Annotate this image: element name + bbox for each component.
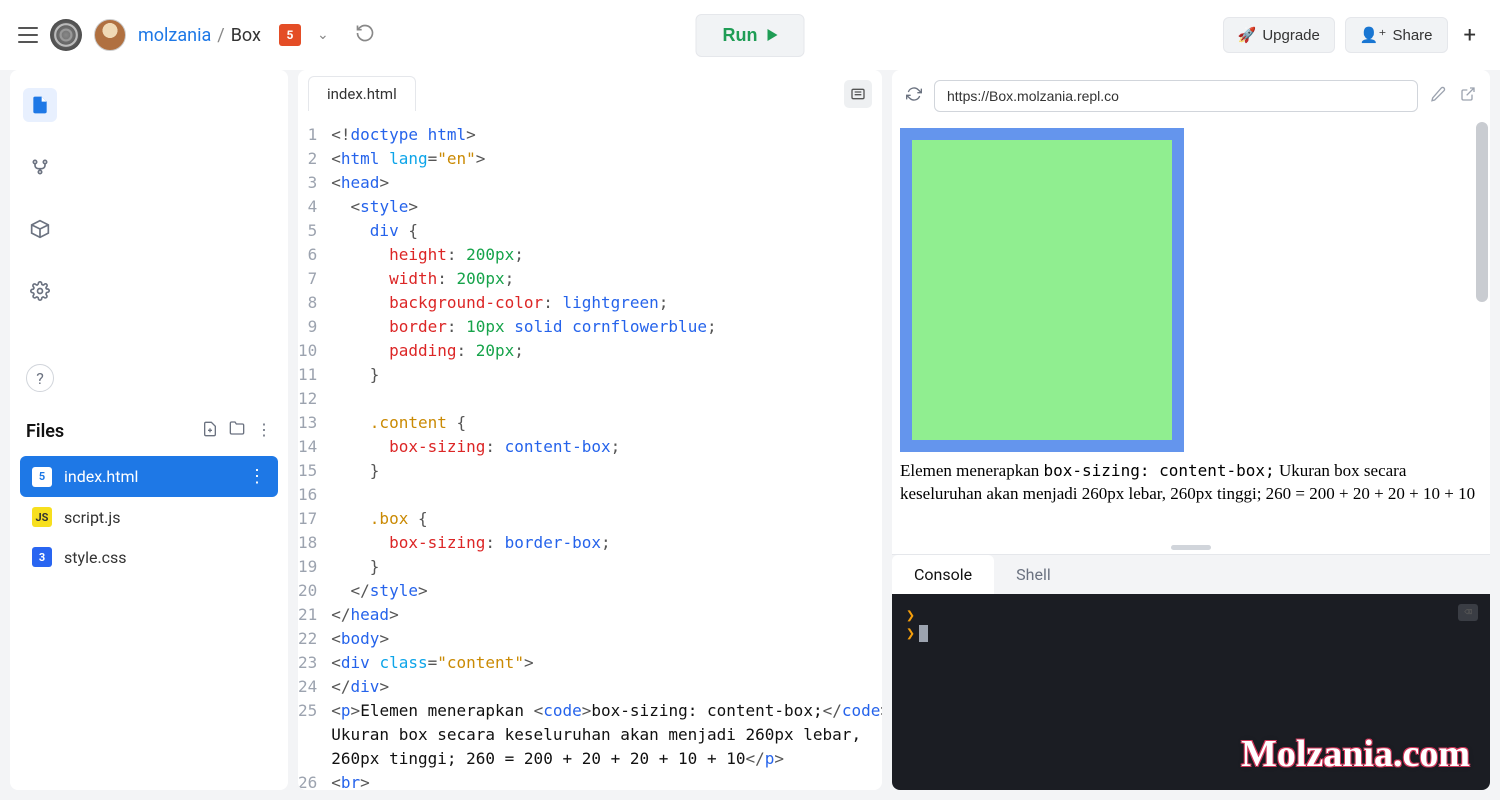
preview-body[interactable]: Elemen menerapkan box-sizing: content-bo… — [892, 122, 1490, 541]
breadcrumb-project[interactable]: Box — [231, 25, 261, 46]
rail: ? — [10, 70, 70, 406]
rocket-icon: 🚀 — [1238, 26, 1257, 44]
menu-button[interactable] — [18, 27, 38, 43]
url-input[interactable] — [934, 80, 1418, 112]
top-bar: molzania / Box 5 ⌄ Run 🚀 Upgrade 👤⁺ Shar… — [0, 0, 1500, 70]
prompt-icon: ❯ — [906, 606, 915, 624]
edit-url-icon[interactable] — [1428, 86, 1448, 106]
files-title: Files — [26, 421, 64, 442]
file-row[interactable]: 3 style.css — [20, 537, 278, 577]
breadcrumb-owner[interactable]: molzania — [138, 25, 211, 46]
branch-icon — [30, 157, 50, 177]
new-file-icon[interactable] — [202, 420, 218, 442]
more-icon[interactable]: ⋮ — [256, 420, 272, 442]
cursor — [919, 625, 928, 642]
file-name: script.js — [64, 508, 120, 527]
html-file-icon: 5 — [32, 467, 52, 487]
breadcrumb: molzania / Box — [138, 25, 261, 46]
console-output[interactable]: ❯ ❯ ⌫ — [892, 594, 1490, 790]
chevron-down-icon[interactable]: ⌄ — [317, 27, 329, 43]
file-name: index.html — [64, 467, 138, 486]
rail-version-control[interactable] — [23, 150, 57, 184]
code-area[interactable]: 1234567891011121314151617181920212223242… — [298, 111, 882, 790]
run-label: Run — [723, 25, 758, 46]
files-pane: Files ⋮ 5 index.html ⋮ JS script.js 3 style.cs… — [10, 406, 288, 790]
file-icon — [30, 94, 50, 116]
breadcrumb-sep: / — [217, 25, 224, 46]
preview-panel: Elemen menerapkan box-sizing: content-bo… — [892, 70, 1490, 790]
markdown-toggle-icon[interactable] — [844, 80, 872, 108]
gear-icon — [30, 281, 50, 301]
preview-paragraph: Elemen menerapkan box-sizing: content-bo… — [900, 460, 1482, 506]
rail-settings[interactable] — [23, 274, 57, 308]
editor-tab[interactable]: index.html — [308, 76, 416, 111]
share-button[interactable]: 👤⁺ Share — [1345, 17, 1448, 53]
preview-scrollbar[interactable] — [1476, 122, 1488, 541]
open-external-icon[interactable] — [1458, 86, 1478, 106]
workspace: ? Files ⋮ 5 index.html ⋮ JS script.js 3 style.… — [0, 70, 1500, 800]
avatar[interactable] — [94, 19, 126, 51]
rail-packages[interactable] — [23, 212, 57, 246]
help-button[interactable]: ? — [26, 364, 54, 392]
editor-tabs: index.html — [298, 70, 882, 111]
file-more-icon[interactable]: ⋮ — [248, 466, 266, 487]
tab-shell[interactable]: Shell — [994, 555, 1073, 594]
url-bar — [892, 70, 1490, 122]
js-file-icon: JS — [32, 507, 52, 527]
css-file-icon: 3 — [32, 547, 52, 567]
clear-console-icon[interactable]: ⌫ — [1458, 604, 1478, 621]
history-icon[interactable] — [355, 23, 375, 47]
console-tabs: Console Shell — [892, 555, 1490, 594]
sidebar: ? Files ⋮ 5 index.html ⋮ JS script.js 3 style.… — [10, 70, 288, 790]
file-row[interactable]: 5 index.html ⋮ — [20, 456, 278, 497]
prompt-icon: ❯ — [906, 624, 915, 642]
cube-icon — [30, 219, 50, 239]
spiral-icon — [53, 22, 79, 48]
replit-logo[interactable] — [50, 19, 82, 51]
html5-icon: 5 — [279, 24, 301, 46]
file-row[interactable]: JS script.js — [20, 497, 278, 537]
new-folder-icon[interactable] — [228, 420, 246, 442]
rail-files[interactable] — [23, 88, 57, 122]
console-panel: Console Shell ❯ ❯ ⌫ — [892, 554, 1490, 790]
upgrade-button[interactable]: 🚀 Upgrade — [1223, 17, 1335, 53]
drag-handle[interactable] — [1171, 545, 1211, 550]
tab-console[interactable]: Console — [892, 555, 994, 594]
preview-content-box — [900, 128, 1184, 452]
reload-icon[interactable] — [904, 86, 924, 106]
person-plus-icon: 👤⁺ — [1360, 26, 1387, 44]
editor: index.html 12345678910111213141516171819… — [298, 70, 882, 790]
file-name: style.css — [64, 548, 127, 567]
add-button[interactable]: + — [1458, 23, 1482, 48]
run-button[interactable]: Run — [696, 14, 805, 57]
play-icon — [768, 29, 778, 41]
